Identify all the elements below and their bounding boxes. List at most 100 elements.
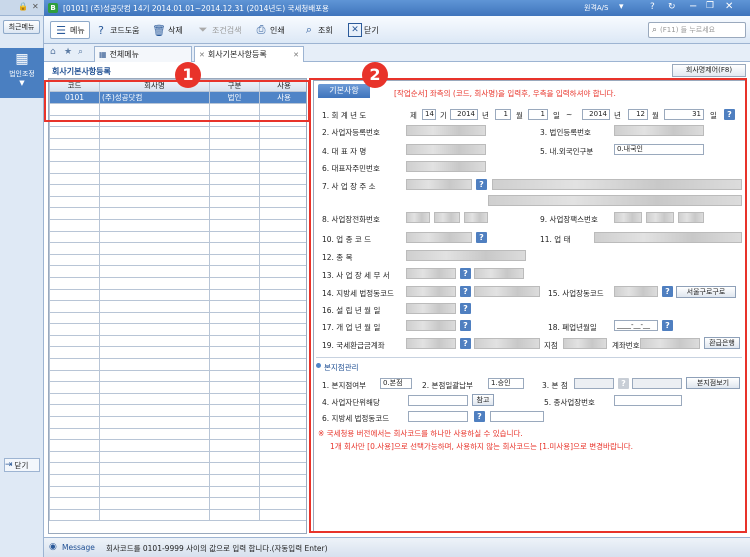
table-cell[interactable]: [209, 137, 260, 151]
zip-code-input[interactable]: [406, 179, 472, 190]
table-cell[interactable]: [99, 381, 210, 394]
table-cell[interactable]: [99, 207, 210, 220]
close-icon[interactable]: ✕: [725, 1, 733, 12]
table-cell[interactable]: [99, 126, 210, 139]
restore-icon[interactable]: ❐: [706, 1, 714, 11]
recent-menu-button[interactable]: 최근메뉴: [3, 20, 40, 34]
nationality-select[interactable]: 0.내국인: [614, 144, 704, 155]
tab-all-menu[interactable]: ▦ 전체메뉴: [94, 46, 192, 62]
opening-date-help-icon[interactable]: ?: [460, 320, 471, 331]
table-row[interactable]: [49, 137, 306, 151]
start-year-input[interactable]: 2014: [450, 109, 478, 120]
table-row[interactable]: [49, 427, 306, 441]
refund-bank-button[interactable]: 환급은행: [704, 337, 740, 349]
close-icon[interactable]: ✕: [293, 48, 299, 62]
table-cell[interactable]: [259, 300, 306, 313]
table-cell[interactable]: [99, 369, 210, 383]
print-button[interactable]: ⎙ 인쇄: [254, 21, 285, 39]
table-row[interactable]: [49, 253, 306, 267]
table-cell[interactable]: [209, 184, 260, 197]
table-cell[interactable]: [259, 172, 306, 186]
cell-use[interactable]: 사용: [259, 91, 306, 104]
table-cell[interactable]: [259, 114, 306, 128]
table-row[interactable]: [49, 172, 306, 186]
table-cell[interactable]: [99, 474, 210, 487]
table-cell[interactable]: [49, 474, 100, 487]
table-row[interactable]: [49, 242, 306, 255]
industry-code-input[interactable]: [406, 232, 472, 243]
head-branch-flag-select[interactable]: 0.본점: [380, 378, 412, 389]
table-cell[interactable]: [99, 184, 210, 197]
minimize-icon[interactable]: −: [689, 1, 697, 12]
table-cell[interactable]: [259, 369, 306, 383]
table-cell[interactable]: [99, 195, 210, 209]
table-cell[interactable]: [49, 346, 100, 360]
view-branches-button[interactable]: 본지점보기: [686, 377, 740, 389]
table-cell[interactable]: [209, 416, 260, 429]
phone-mid-input[interactable]: [434, 212, 460, 223]
table-cell[interactable]: [259, 381, 306, 394]
table-cell[interactable]: [259, 103, 306, 116]
table-cell[interactable]: [259, 462, 306, 475]
delete-button[interactable]: 🗑 삭제: [152, 21, 183, 39]
table-cell[interactable]: [99, 392, 210, 406]
table-cell[interactable]: [259, 218, 306, 232]
search-button[interactable]: ⌕ 조회: [302, 21, 333, 39]
table-cell[interactable]: [259, 160, 306, 174]
table-cell[interactable]: [209, 346, 260, 360]
tax-office-code-input[interactable]: [406, 268, 456, 279]
table-cell[interactable]: [49, 450, 100, 464]
table-cell[interactable]: [259, 195, 306, 209]
table-cell[interactable]: [209, 114, 260, 128]
table-cell[interactable]: [49, 427, 100, 441]
table-row[interactable]: [49, 346, 306, 360]
sub-business-no-input[interactable]: [614, 395, 682, 406]
col-header-type[interactable]: 구분: [209, 79, 260, 92]
table-cell[interactable]: [209, 242, 260, 255]
table-cell[interactable]: [49, 172, 100, 186]
unit-taxpayer-input[interactable]: [408, 395, 468, 406]
table-cell[interactable]: [209, 485, 260, 499]
table-cell[interactable]: [259, 323, 306, 336]
start-month-input[interactable]: 1: [495, 109, 511, 120]
table-cell[interactable]: [259, 184, 306, 197]
table-cell[interactable]: [209, 126, 260, 139]
table-cell[interactable]: [209, 172, 260, 186]
table-row[interactable]: [49, 300, 306, 313]
table-row[interactable]: [49, 404, 306, 418]
table-cell[interactable]: [49, 404, 100, 418]
term-input[interactable]: 14: [422, 109, 436, 120]
tax-office-name-input[interactable]: [474, 268, 524, 279]
table-cell[interactable]: [99, 300, 210, 313]
remote-as-button[interactable]: 원격A/S: [584, 3, 608, 13]
table-cell[interactable]: [259, 137, 306, 151]
company-name-control-button[interactable]: 회사명제어(F8): [672, 64, 746, 77]
reference-button[interactable]: 참고: [472, 394, 494, 406]
table-cell[interactable]: [259, 265, 306, 278]
table-cell[interactable]: [259, 474, 306, 487]
tax-office-help-icon[interactable]: ?: [460, 268, 471, 279]
cell-name[interactable]: (주)성공닷컴: [99, 91, 210, 104]
table-cell[interactable]: [209, 358, 260, 371]
table-cell[interactable]: [259, 242, 306, 255]
refund-bank-name-input[interactable]: [474, 338, 540, 349]
table-cell[interactable]: [49, 218, 100, 232]
table-cell[interactable]: [259, 276, 306, 290]
table-row[interactable]: [49, 450, 306, 464]
start-day-input[interactable]: 1: [528, 109, 548, 120]
cell-code[interactable]: 0101: [49, 91, 100, 104]
table-cell[interactable]: [259, 311, 306, 325]
table-cell[interactable]: [49, 485, 100, 499]
table-cell[interactable]: [99, 439, 210, 452]
table-cell[interactable]: [259, 346, 306, 360]
table-row[interactable]: [49, 149, 306, 162]
home-icon[interactable]: ⌂: [50, 47, 56, 57]
cell-type[interactable]: 법인: [209, 91, 260, 104]
table-cell[interactable]: [99, 114, 210, 128]
table-row[interactable]: [49, 323, 306, 336]
table-cell[interactable]: [49, 416, 100, 429]
table-cell[interactable]: [49, 497, 100, 510]
table-cell[interactable]: [49, 230, 100, 244]
table-cell[interactable]: [49, 114, 100, 128]
table-cell[interactable]: [209, 508, 260, 522]
